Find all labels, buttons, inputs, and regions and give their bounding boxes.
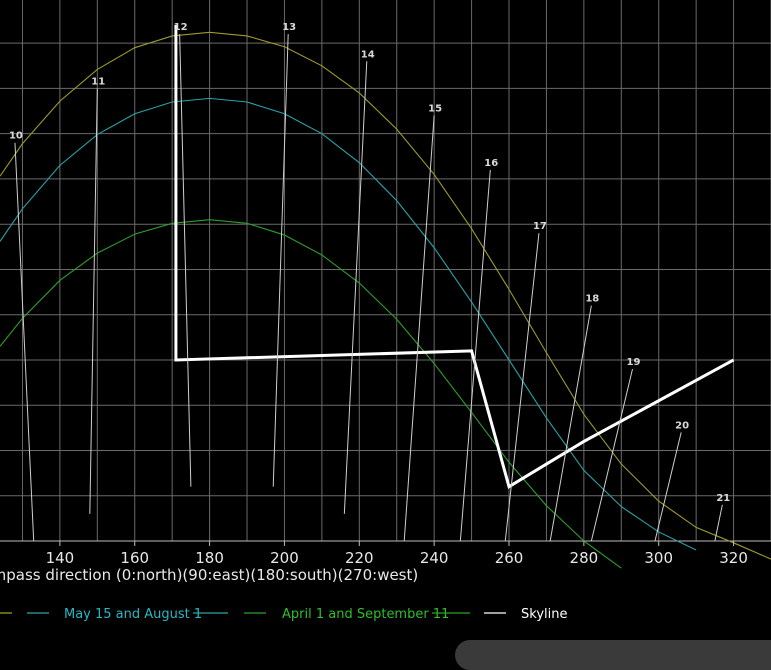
x-axis-ticks: 140 160 180 200 220 240 260 280 300 320 <box>46 541 748 567</box>
sun-path-chart: 10 11 12 13 14 15 16 17 18 19 20 21 140 160 180 200 220… <box>0 0 771 622</box>
hour-label: 13 <box>282 22 296 33</box>
grid <box>0 0 771 542</box>
hour-line <box>504 233 540 542</box>
hour-label: 12 <box>174 22 188 33</box>
skyline-line <box>174 25 735 489</box>
hour-label: 14 <box>361 49 375 60</box>
hour-label: 20 <box>675 420 689 431</box>
hour-label: 19 <box>627 357 641 368</box>
x-axis-label: Compass direction (0:north)(90:east)(180… <box>0 566 418 584</box>
hour-line <box>14 142 35 542</box>
hour-label: 18 <box>585 294 599 305</box>
x-tick-label: 240 <box>420 549 449 567</box>
x-tick-label: 200 <box>270 549 299 567</box>
series-layer <box>0 25 771 569</box>
hour-label: 17 <box>533 221 547 232</box>
legend-label: April 1 and September 11 <box>282 607 449 622</box>
hour-line <box>590 368 634 542</box>
x-tick-label: 260 <box>495 549 524 567</box>
sun-path-line <box>0 97 697 551</box>
scroll-handle[interactable] <box>455 640 771 670</box>
hour-label: 21 <box>716 493 730 504</box>
x-tick-label: 320 <box>719 549 748 567</box>
legend-label: Skyline <box>521 607 567 622</box>
hour-line <box>179 34 192 487</box>
legend: May 15 and August 1 April 1 and September… <box>0 607 567 622</box>
hour-label: 15 <box>428 104 442 115</box>
hour-line <box>549 305 592 542</box>
hour-label: 10 <box>9 131 23 142</box>
x-tick-label: 160 <box>120 549 149 567</box>
hour-label: 11 <box>91 76 105 87</box>
hour-line <box>714 504 723 542</box>
sun-path-line <box>0 31 771 560</box>
hour-line <box>272 34 289 487</box>
hour-line <box>459 169 491 542</box>
legend-label: May 15 and August 1 <box>64 607 202 622</box>
x-tick-label: 180 <box>195 549 224 567</box>
x-tick-label: 220 <box>345 549 374 567</box>
x-tick-label: 300 <box>644 549 673 567</box>
x-tick-label: 280 <box>570 549 599 567</box>
x-tick-label: 140 <box>46 549 75 567</box>
hour-lines: 10 11 12 13 14 15 16 17 18 19 20 21 <box>9 22 730 542</box>
sun-path-line <box>0 219 622 569</box>
hour-label: 16 <box>484 158 498 169</box>
